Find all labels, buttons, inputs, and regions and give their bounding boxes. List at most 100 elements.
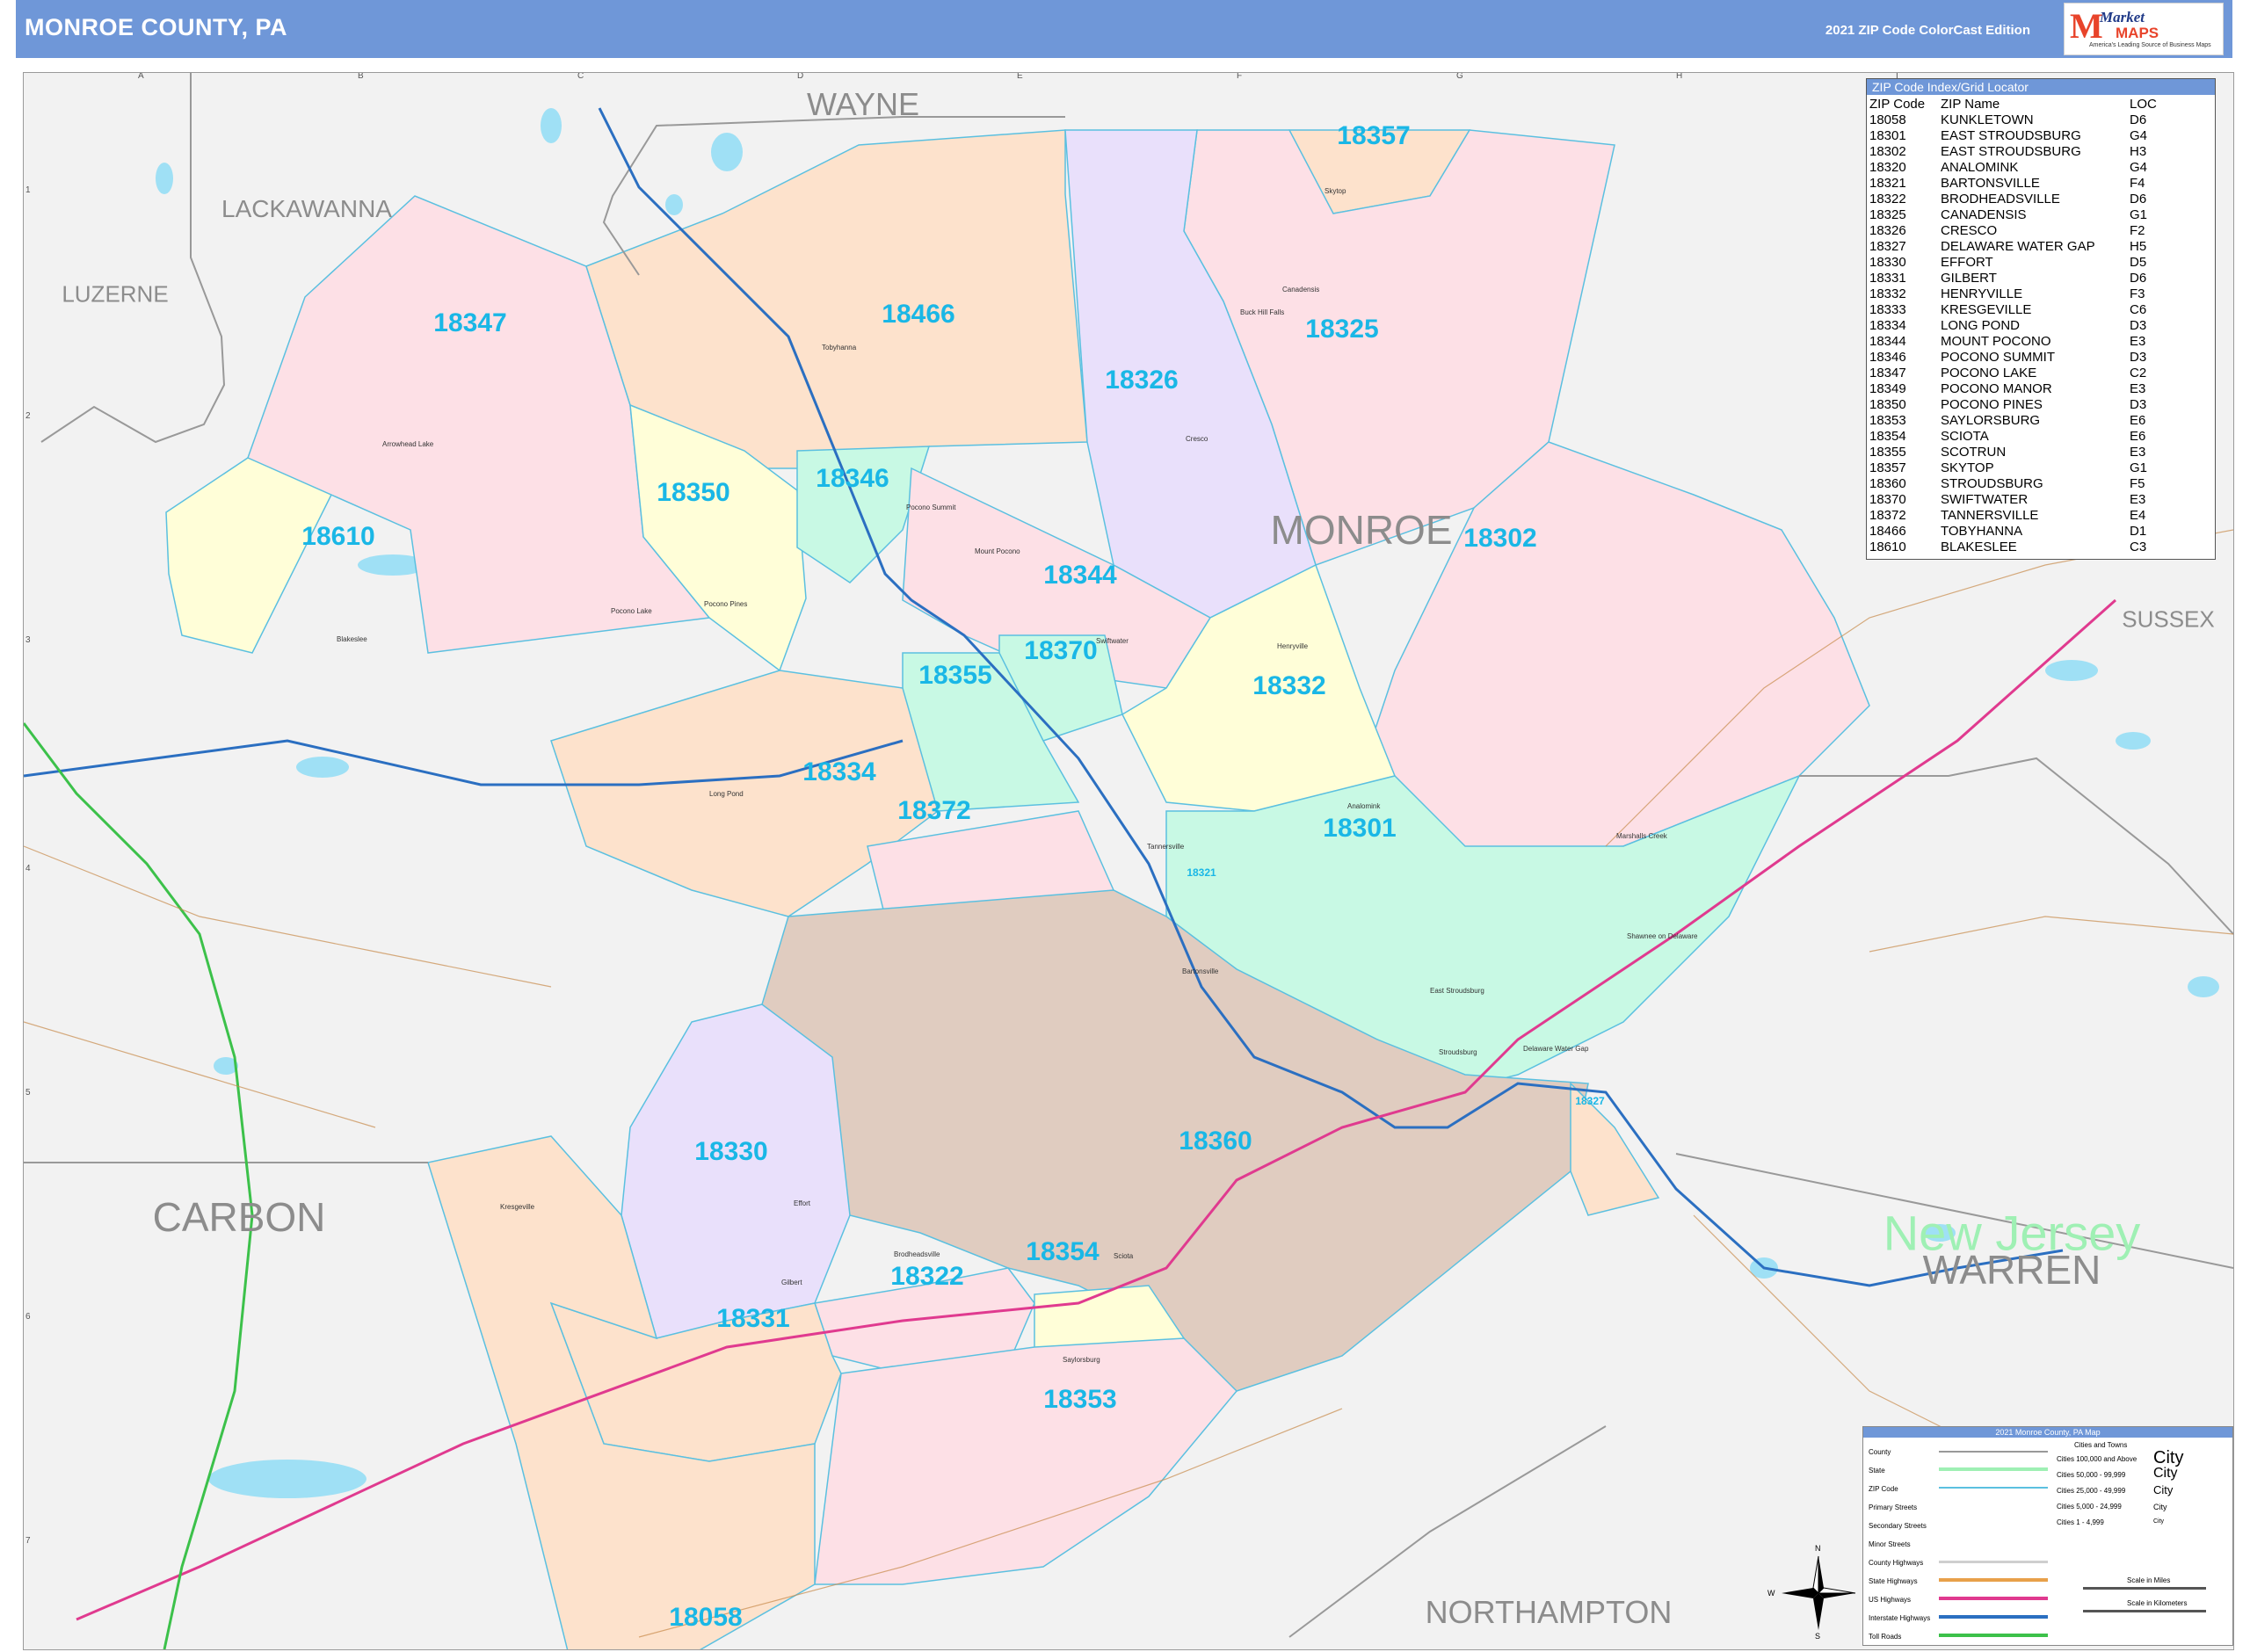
zip-index-cell-name: KUNKLETOWN <box>1941 112 2034 127</box>
zip-index-cell-loc: H5 <box>2130 239 2147 254</box>
zip-index-cell-zip: 18321 <box>1869 176 1906 191</box>
zip-index-row: 18333 KRESGEVILLE C6 <box>1867 302 2215 318</box>
zip-label-18331: 18331 <box>716 1304 790 1333</box>
zip-index-cell-loc: C3 <box>2130 540 2147 554</box>
zip-label-18058: 18058 <box>669 1603 743 1632</box>
zip-index-cell-name: DELAWARE WATER GAP <box>1941 239 2095 254</box>
zip-label-18370: 18370 <box>1024 636 1098 665</box>
place-label: Analomink <box>1347 802 1381 810</box>
place-label: East Stroudsburg <box>1430 987 1484 995</box>
county-label-wayne: WAYNE <box>806 86 920 122</box>
zip-index-cell-loc: E4 <box>2130 508 2146 523</box>
grid-col-e: E <box>1017 72 1023 81</box>
county-label-luzerne: LUZERNE <box>62 280 169 308</box>
zip-index-cell-zip: 18301 <box>1869 128 1906 143</box>
legend-item-county: County <box>1869 1448 1891 1456</box>
zip-index-row: 18332 HENRYVILLE F3 <box>1867 286 2215 302</box>
zip-index-title: ZIP Code Index/Grid Locator <box>1867 79 2215 95</box>
zip-index-row: 18302 EAST STROUDSBURG H3 <box>1867 144 2215 160</box>
zip-index-cell-zip: 18320 <box>1869 160 1906 175</box>
zip-index-cell-name: MOUNT POCONO <box>1941 334 2051 349</box>
legend-item-primary: Primary Streets <box>1869 1503 1918 1511</box>
place-label: Skytop <box>1325 187 1346 195</box>
zip-label-18466: 18466 <box>882 300 955 329</box>
place-label: Blakeslee <box>337 635 367 643</box>
zip-label-18354: 18354 <box>1026 1237 1100 1266</box>
grid-row-5: 5 <box>25 1088 31 1098</box>
zip-index-row: 18354 SCIOTA E6 <box>1867 429 2215 445</box>
grid-row-3: 3 <box>25 635 31 645</box>
legend-item-zip: ZIP Code <box>1869 1485 1898 1493</box>
legend-city-size-1: Cities 100,000 and Above <box>2057 1455 2138 1463</box>
legend-cities-title: Cities and Towns <box>2074 1441 2128 1449</box>
zip-index-cell-name: STROUDSBURG <box>1941 476 2043 491</box>
zip-index-cell-loc: F4 <box>2130 176 2145 191</box>
zip-index-cell-loc: C2 <box>2130 366 2147 380</box>
zip-label-18321: 18321 <box>1187 866 1216 879</box>
place-label: Buck Hill Falls <box>1240 308 1285 316</box>
legend-sym-state <box>1939 1467 2048 1471</box>
place-label: Stroudsburg <box>1439 1048 1477 1056</box>
zip-index-row: 18326 CRESCO F2 <box>1867 223 2215 239</box>
zip-index-row: 18370 SWIFTWATER E3 <box>1867 492 2215 508</box>
legend-sym-zip <box>1939 1487 2048 1489</box>
legend-item-minor: Minor Streets <box>1869 1540 1911 1548</box>
place-label: Pocono Pines <box>704 600 748 608</box>
legend-item-county-hwy: County Highways <box>1869 1559 1924 1567</box>
zip-index-cell-loc: D5 <box>2130 255 2147 270</box>
zip-code-index: ZIP Code Index/Grid Locator ZIP Code ZIP… <box>1866 78 2216 560</box>
zip-index-cell-loc: E3 <box>2130 334 2146 349</box>
map-area[interactable]: A B C D E F G H I 1 2 3 4 5 6 7 WAYNE LA… <box>23 72 2234 1650</box>
place-label: Bartonsville <box>1182 967 1219 975</box>
grid-col-c: C <box>577 72 584 81</box>
compass-n: N <box>1815 1544 1821 1553</box>
zip-index-row: 18334 LONG POND D3 <box>1867 318 2215 334</box>
zip-label-18332: 18332 <box>1252 671 1326 700</box>
zip-index-cell-loc: D3 <box>2130 397 2147 412</box>
legend-sym-us-hwy <box>1939 1597 2048 1600</box>
zip-index-cell-zip: 18357 <box>1869 460 1906 475</box>
zip-index-cell-zip: 18349 <box>1869 381 1906 396</box>
legend-scale-bar-km <box>2083 1610 2206 1612</box>
zip-index-cell-name: ANALOMINK <box>1941 160 2019 175</box>
zip-index-cell-zip: 18331 <box>1869 271 1906 286</box>
zip-index-cell-loc: F3 <box>2130 286 2145 301</box>
zip-region-18353 <box>814 1337 1238 1585</box>
zip-index-cell-zip: 18330 <box>1869 255 1906 270</box>
zip-label-18330: 18330 <box>694 1137 768 1166</box>
compass-icon <box>1782 1555 1856 1630</box>
zip-index-cell-name: GILBERT <box>1941 271 1997 286</box>
zip-index-cell-name: KRESGEVILLE <box>1941 302 2032 317</box>
zip-index-cell-loc: D1 <box>2130 524 2147 539</box>
place-label: Shawnee on Delaware <box>1627 932 1698 940</box>
zip-index-cell-zip: 18333 <box>1869 302 1906 317</box>
zip-index-cell-zip: 18466 <box>1869 524 1906 539</box>
zip-label-18334: 18334 <box>802 757 876 786</box>
zip-index-cell-loc: F5 <box>2130 476 2145 491</box>
zip-index-cell-loc: G1 <box>2130 207 2148 222</box>
legend-city-sample-3: City <box>2153 1483 2174 1496</box>
legend-item-interstate: Interstate Highways <box>1869 1614 1931 1622</box>
legend-city-sample-4: City <box>2153 1503 2167 1511</box>
grid-col-f: F <box>1237 72 1243 81</box>
legend-sym-county-hwy <box>1939 1561 2048 1563</box>
state-label-new-jersey: New Jersey <box>1883 1205 2141 1261</box>
zip-label-18322: 18322 <box>890 1262 964 1291</box>
zip-index-cell-zip: 18610 <box>1869 540 1906 554</box>
zip-index-cell-name: EAST STROUDSBURG <box>1941 128 2081 143</box>
place-label: Kresgeville <box>500 1203 535 1211</box>
grid-col-a: A <box>138 72 144 81</box>
zip-index-cell-loc: D6 <box>2130 192 2147 206</box>
zip-index-row: 18322 BRODHEADSVILLE D6 <box>1867 192 2215 207</box>
zip-index-row: 18349 POCONO MANOR E3 <box>1867 381 2215 397</box>
map-legend: 2021 Monroe County, PA Map County State … <box>1862 1426 2233 1646</box>
legend-city-sample-2: City <box>2153 1466 2178 1481</box>
zip-index-cell-name: LONG POND <box>1941 318 2021 333</box>
legend-scale-miles: Scale in Miles <box>2127 1576 2171 1584</box>
zip-index-col-loc: LOC <box>2130 97 2157 112</box>
zip-label-18610: 18610 <box>301 522 375 551</box>
zip-index-cell-loc: H3 <box>2130 144 2147 159</box>
place-label: Delaware Water Gap <box>1523 1045 1589 1053</box>
compass-w: W <box>1767 1589 1775 1598</box>
zip-index-cell-name: TOBYHANNA <box>1941 524 2023 539</box>
